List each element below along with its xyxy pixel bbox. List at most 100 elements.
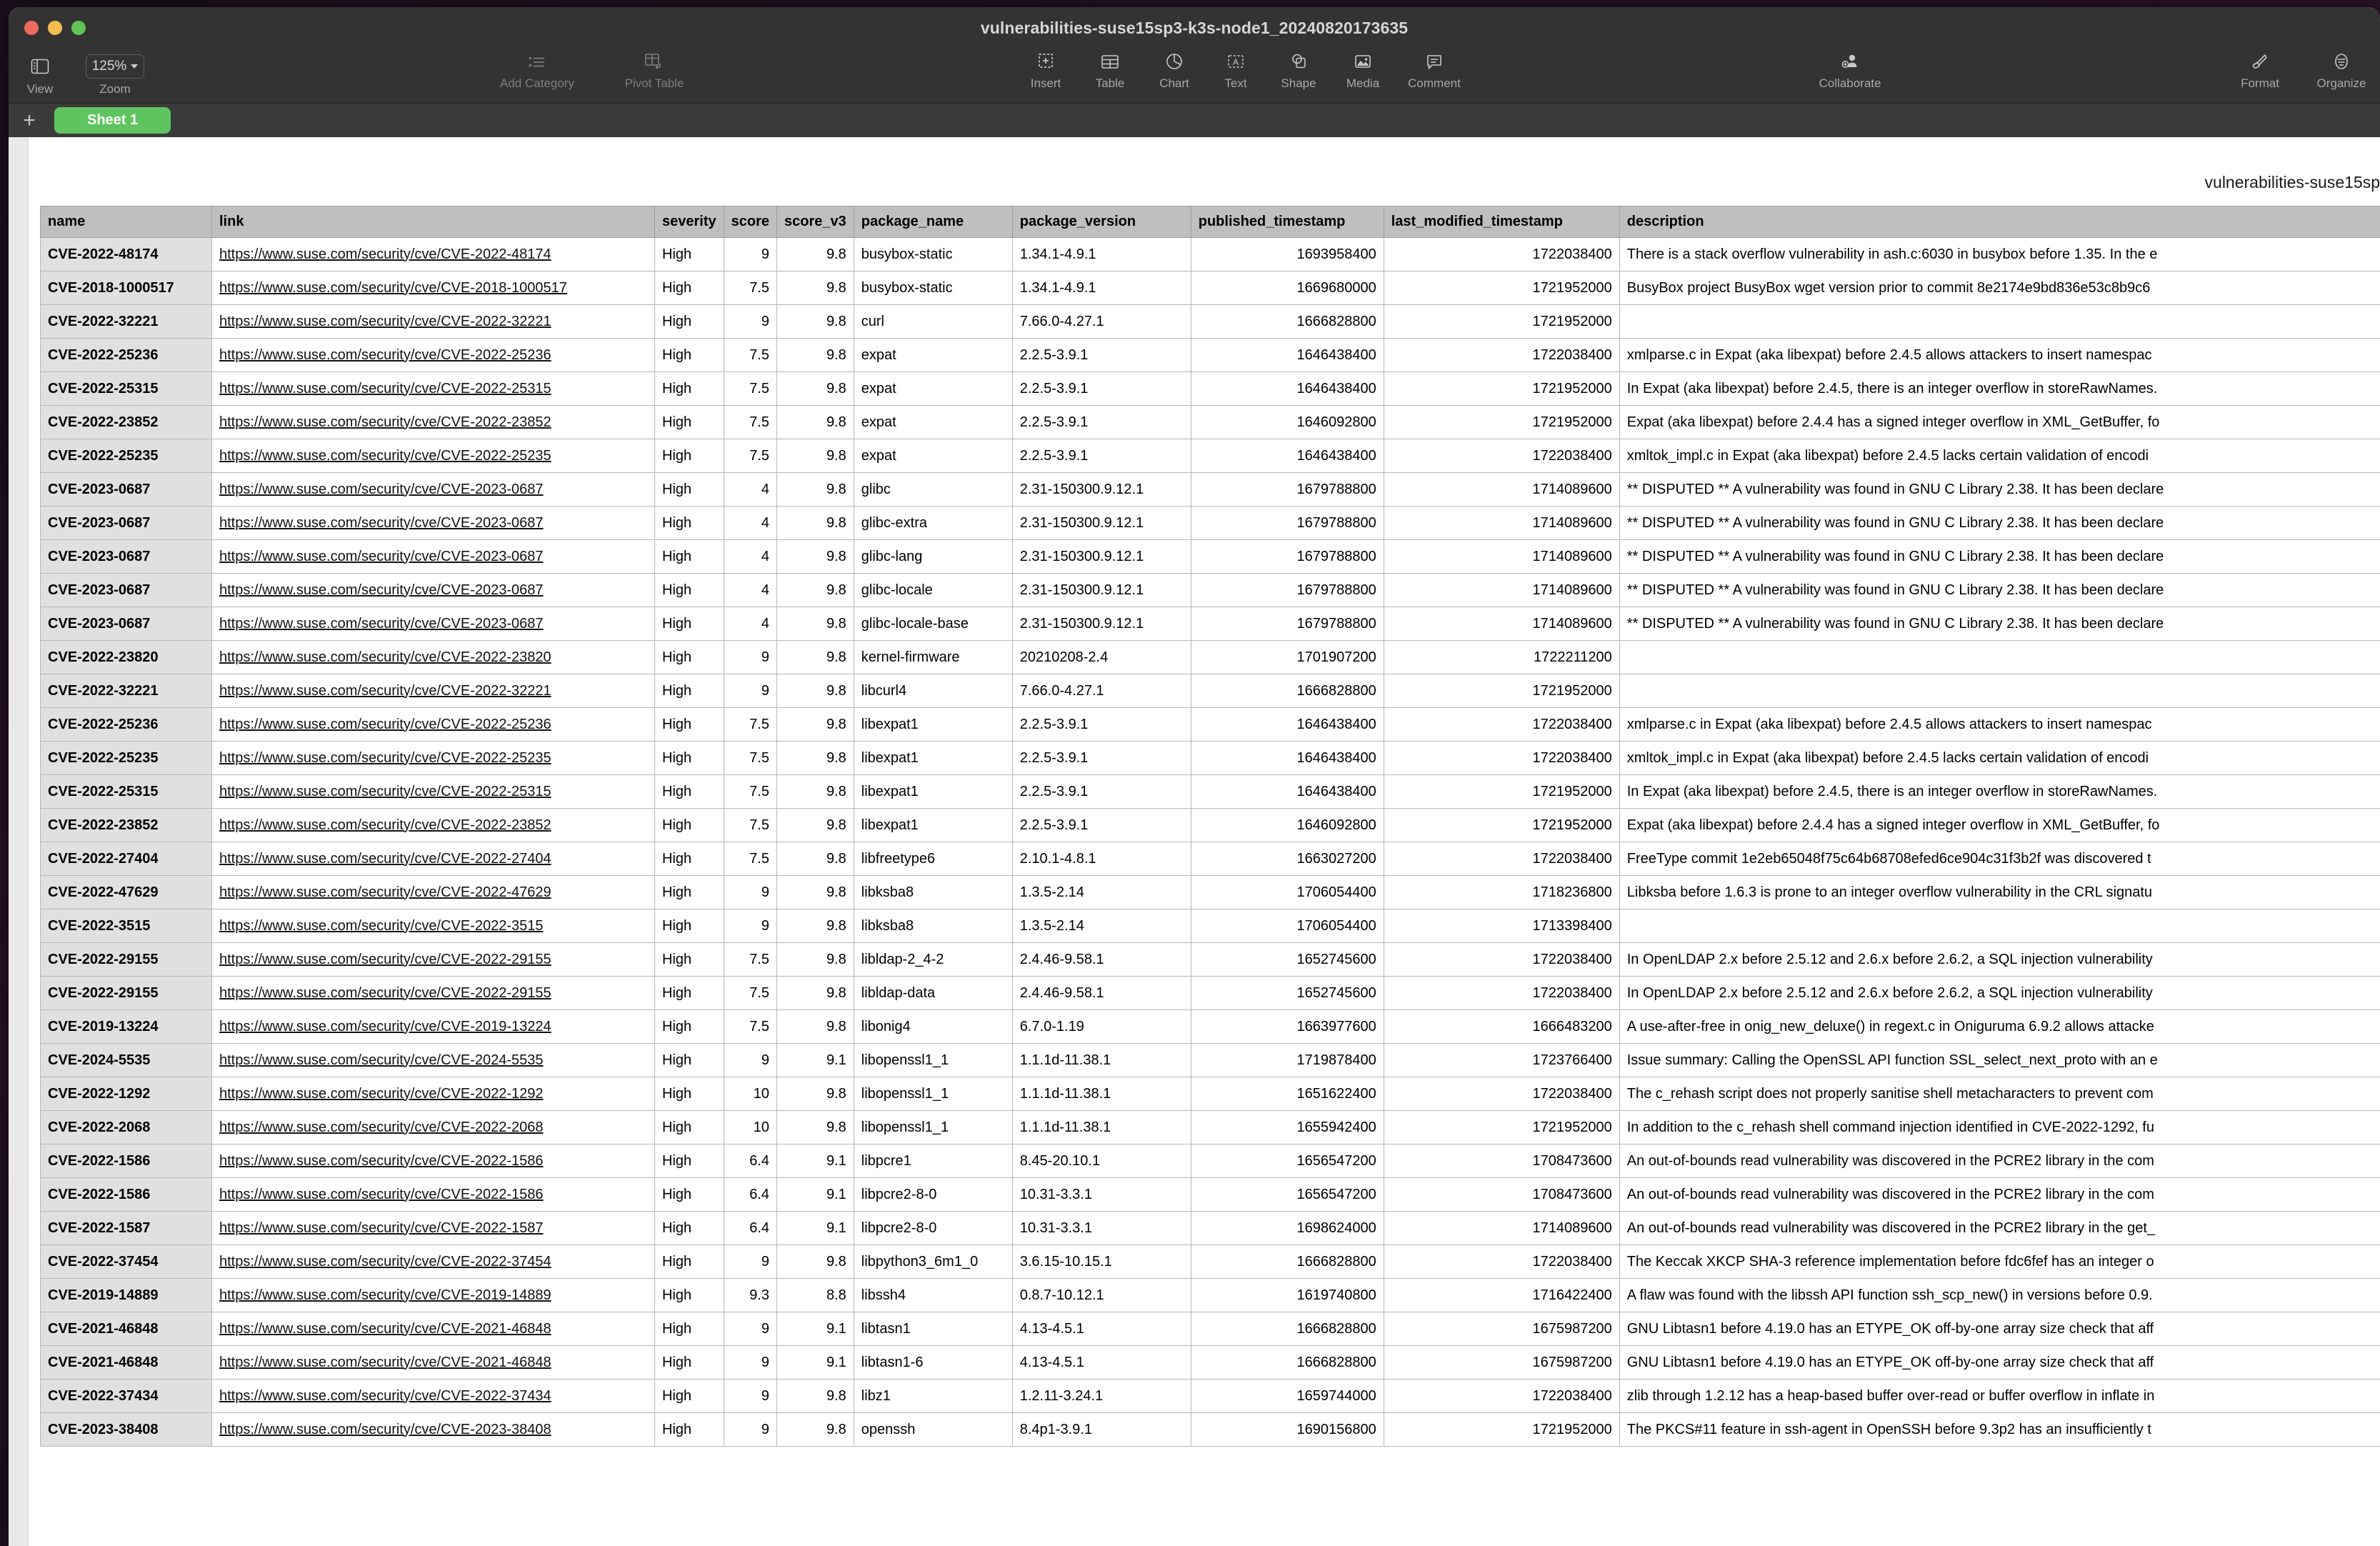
table-row[interactable]: CVE-2022-25235https://www.suse.com/secur…	[41, 742, 2380, 775]
cell-score-v3[interactable]: 9.1	[777, 1346, 854, 1380]
cell-link[interactable]: https://www.suse.com/security/cve/CVE-20…	[212, 842, 655, 876]
cve-link[interactable]: https://www.suse.com/security/cve/CVE-20…	[219, 582, 544, 598]
cell-description[interactable]: ** DISPUTED ** A vulnerability was found…	[1619, 540, 2380, 574]
cell-description[interactable]: BusyBox project BusyBox wget version pri…	[1619, 271, 2380, 305]
cell-score-v3[interactable]: 9.1	[777, 1044, 854, 1077]
cell-package-version[interactable]: 10.31-3.3.1	[1012, 1178, 1191, 1212]
cell-link[interactable]: https://www.suse.com/security/cve/CVE-20…	[212, 809, 655, 842]
cell-score-v3[interactable]: 9.8	[777, 540, 854, 574]
cell-severity[interactable]: High	[655, 339, 724, 372]
cell-severity[interactable]: High	[655, 641, 724, 674]
cell-last-modified-timestamp[interactable]: 1714089600	[1384, 607, 1619, 641]
cell-last-modified-timestamp[interactable]: 1675987200	[1384, 1346, 1619, 1380]
cve-link[interactable]: https://www.suse.com/security/cve/CVE-20…	[219, 1052, 544, 1068]
table-row[interactable]: CVE-2022-23820https://www.suse.com/secur…	[41, 641, 2380, 674]
cell-link[interactable]: https://www.suse.com/security/cve/CVE-20…	[212, 238, 655, 271]
cell-description[interactable]: The PKCS#11 feature in ssh-agent in Open…	[1619, 1413, 2380, 1447]
cell-description[interactable]: When doing HTTP(S) transfers, libcurl mi…	[1619, 674, 2380, 708]
cell-last-modified-timestamp[interactable]: 1708473600	[1384, 1144, 1619, 1178]
cell-severity[interactable]: High	[655, 1245, 724, 1279]
cve-link[interactable]: https://www.suse.com/security/cve/CVE-20…	[219, 280, 567, 296]
cell-package-version[interactable]: 2.31-150300.9.12.1	[1012, 607, 1191, 641]
cell-severity[interactable]: High	[655, 473, 724, 507]
cell-score[interactable]: 9	[724, 1245, 776, 1279]
cell-last-modified-timestamp[interactable]: 1722038400	[1384, 1245, 1619, 1279]
cell-description[interactable]: Libksba before 1.6.3 is prone to an inte…	[1619, 876, 2380, 909]
cell-severity[interactable]: High	[655, 1380, 724, 1413]
cell-package-name[interactable]: libopenssl1_1	[854, 1044, 1012, 1077]
cell-description[interactable]: When doing HTTP(S) transfers, libcurl mi…	[1619, 305, 2380, 339]
cell-link[interactable]: https://www.suse.com/security/cve/CVE-20…	[212, 1010, 655, 1044]
cell-description[interactable]: xmltok_impl.c in Expat (aka libexpat) be…	[1619, 439, 2380, 473]
table-row[interactable]: CVE-2022-25235https://www.suse.com/secur…	[41, 439, 2380, 473]
cell-published-timestamp[interactable]: 1669680000	[1191, 271, 1384, 305]
cell-package-name[interactable]: libexpat1	[854, 775, 1012, 809]
cell-package-name[interactable]: expat	[854, 406, 1012, 439]
cell-published-timestamp[interactable]: 1646438400	[1191, 775, 1384, 809]
cell-score[interactable]: 4	[724, 540, 776, 574]
cell-package-name[interactable]: curl	[854, 305, 1012, 339]
table-row[interactable]: CVE-2022-25315https://www.suse.com/secur…	[41, 372, 2380, 406]
cell-score[interactable]: 7.5	[724, 271, 776, 305]
cell-score-v3[interactable]: 9.8	[777, 1111, 854, 1144]
zoom-select[interactable]: 125%	[86, 54, 144, 79]
cell-name[interactable]: CVE-2022-32221	[41, 674, 212, 708]
table-row[interactable]: CVE-2023-0687https://www.suse.com/securi…	[41, 473, 2380, 507]
cell-package-name[interactable]: libcurl4	[854, 674, 1012, 708]
cell-package-name[interactable]: libldap-2_4-2	[854, 943, 1012, 977]
cell-last-modified-timestamp[interactable]: 1722038400	[1384, 842, 1619, 876]
cell-score[interactable]: 10	[724, 1077, 776, 1111]
cve-link[interactable]: https://www.suse.com/security/cve/CVE-20…	[219, 952, 551, 967]
cell-severity[interactable]: High	[655, 271, 724, 305]
table-row[interactable]: CVE-2023-38408https://www.suse.com/secur…	[41, 1413, 2380, 1447]
cell-score[interactable]: 9	[724, 1346, 776, 1380]
cell-package-name[interactable]: libonig4	[854, 1010, 1012, 1044]
cell-severity[interactable]: High	[655, 775, 724, 809]
cell-link[interactable]: https://www.suse.com/security/cve/CVE-20…	[212, 1245, 655, 1279]
cell-published-timestamp[interactable]: 1652745600	[1191, 943, 1384, 977]
cell-score[interactable]: 10	[724, 1111, 776, 1144]
cell-score[interactable]: 7.5	[724, 339, 776, 372]
cell-severity[interactable]: High	[655, 574, 724, 607]
cell-score-v3[interactable]: 9.1	[777, 1312, 854, 1346]
cell-score-v3[interactable]: 9.8	[777, 742, 854, 775]
cell-published-timestamp[interactable]: 1698624000	[1191, 1212, 1384, 1245]
cell-published-timestamp[interactable]: 1679788800	[1191, 540, 1384, 574]
cell-score[interactable]: 9	[724, 1312, 776, 1346]
cell-description[interactable]: An out-of-bounds read vulnerability was …	[1619, 1212, 2380, 1245]
cell-last-modified-timestamp[interactable]: 1675987200	[1384, 1312, 1619, 1346]
cell-name[interactable]: CVE-2022-32221	[41, 305, 212, 339]
cell-name[interactable]: CVE-2022-37434	[41, 1380, 212, 1413]
cell-severity[interactable]: High	[655, 742, 724, 775]
cell-package-version[interactable]: 2.31-150300.9.12.1	[1012, 574, 1191, 607]
table-row[interactable]: CVE-2023-0687https://www.suse.com/securi…	[41, 607, 2380, 641]
cell-package-version[interactable]: 2.2.5-3.9.1	[1012, 439, 1191, 473]
cell-name[interactable]: CVE-2022-25315	[41, 775, 212, 809]
cell-link[interactable]: https://www.suse.com/security/cve/CVE-20…	[212, 742, 655, 775]
cell-score-v3[interactable]: 9.8	[777, 238, 854, 271]
cell-published-timestamp[interactable]: 1663027200	[1191, 842, 1384, 876]
cell-last-modified-timestamp[interactable]: 1666483200	[1384, 1010, 1619, 1044]
cell-description[interactable]: An out-of-bounds read vulnerability was …	[1619, 1178, 2380, 1212]
cell-package-version[interactable]: 0.8.7-10.12.1	[1012, 1279, 1191, 1312]
cve-link[interactable]: https://www.suse.com/security/cve/CVE-20…	[219, 851, 551, 867]
cell-description[interactable]: xmltok_impl.c in Expat (aka libexpat) be…	[1619, 742, 2380, 775]
cell-link[interactable]: https://www.suse.com/security/cve/CVE-20…	[212, 943, 655, 977]
cve-link[interactable]: https://www.suse.com/security/cve/CVE-20…	[219, 1119, 544, 1135]
cell-published-timestamp[interactable]: 1655942400	[1191, 1111, 1384, 1144]
cell-name[interactable]: CVE-2023-0687	[41, 507, 212, 540]
cell-severity[interactable]: High	[655, 1312, 724, 1346]
cell-last-modified-timestamp[interactable]: 1722038400	[1384, 742, 1619, 775]
cell-score-v3[interactable]: 9.8	[777, 876, 854, 909]
cell-description[interactable]: In Expat (aka libexpat) before 2.4.5, th…	[1619, 775, 2380, 809]
cell-package-name[interactable]: libpcre1	[854, 1144, 1012, 1178]
cell-last-modified-timestamp[interactable]: 1714089600	[1384, 473, 1619, 507]
cell-published-timestamp[interactable]: 1693958400	[1191, 238, 1384, 271]
cell-package-name[interactable]: libz1	[854, 1380, 1012, 1413]
cell-name[interactable]: CVE-2022-2068	[41, 1111, 212, 1144]
cell-last-modified-timestamp[interactable]: 1721952000	[1384, 271, 1619, 305]
cell-package-version[interactable]: 1.1.1d-11.38.1	[1012, 1077, 1191, 1111]
cell-link[interactable]: https://www.suse.com/security/cve/CVE-20…	[212, 372, 655, 406]
cell-description[interactable]: GNU Libtasn1 before 4.19.0 has an ETYPE_…	[1619, 1346, 2380, 1380]
cell-published-timestamp[interactable]: 1690156800	[1191, 1413, 1384, 1447]
